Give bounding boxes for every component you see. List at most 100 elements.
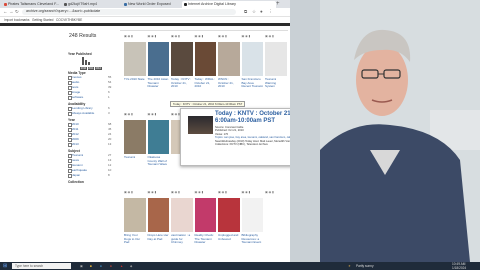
file-explorer-icon[interactable]: ■ [90, 262, 92, 270]
facet-count: 1 [108, 95, 110, 99]
facet-heading: Collection [68, 180, 84, 184]
item-icon-bar: ▣ ◉ ▮ [241, 34, 251, 38]
item-title[interactable]: WNCN : October 21, 2010 [218, 77, 240, 89]
archive-top-bar [0, 23, 290, 26]
item-icon-bar: ▣ ◉ ▮ [218, 34, 227, 38]
tab-label: Internet Archive Digital Library [188, 2, 236, 6]
extensions-icon[interactable]: ⧉ [244, 9, 247, 15]
year-histogram[interactable]: 2010 2011 2012 [68, 57, 123, 71]
facet-label[interactable]: Always Available [72, 111, 94, 116]
item-thumbnail[interactable] [147, 198, 169, 232]
tab-label: gd2kqVT9aH.mp4 [68, 2, 97, 6]
item-thumbnail[interactable] [241, 42, 263, 76]
windows-start-icon[interactable]: ⊞ [3, 262, 7, 270]
facet-sections: Media Type movies 55 audio 54 texts 39 image 6 so… [68, 71, 123, 184]
item-title[interactable]: TVs 2010 Slate [124, 77, 146, 82]
item-thumbnail[interactable] [147, 120, 169, 154]
year-chip[interactable]: 2010 [80, 66, 87, 71]
facets-sidebar: Year Published 2010 2011 2012 Media Type mo… [68, 52, 123, 184]
item-icon-bar: ▣ ◉ ▮ [171, 190, 180, 194]
back-icon[interactable]: ← [3, 9, 8, 15]
item-title[interactable]: Tsunami Warning System [265, 77, 287, 89]
item-title[interactable]: Today : KNTV : October 21, 2010 [171, 77, 193, 89]
profile-icon[interactable]: ● [260, 9, 263, 15]
tab-2[interactable]: gd2kqVT9aH.mp4 [62, 1, 126, 8]
item-thumbnail[interactable] [218, 198, 240, 232]
chrome-icon[interactable]: ● [110, 262, 112, 270]
item-thumbnail[interactable] [241, 198, 263, 232]
item-title[interactable]: Reality Check: The Tsunami Disaster [195, 233, 217, 245]
tab-4[interactable]: Internet Archive Digital Library [182, 1, 276, 8]
item-icon-bar: ▣ ◉ ▮ [147, 112, 157, 116]
item-thumbnail[interactable] [124, 42, 146, 76]
item-thumbnail[interactable] [124, 198, 146, 232]
facet-row[interactable]: software 1 [68, 95, 123, 101]
item-icon-bar: ▣ ◉ ▮ [147, 190, 157, 194]
item-title[interactable]: Tsunami [124, 155, 146, 160]
facet-row[interactable]: 2013 13 [68, 142, 123, 148]
acrobat-icon[interactable]: ▲ [120, 262, 123, 270]
item-icon-bar: ▣ ◉ ▮ [124, 34, 133, 38]
item-title[interactable]: Bring Your Dogs to Our Pad [124, 233, 146, 245]
facet-label[interactable]: 2013 [72, 142, 79, 147]
facet-label[interactable]: Japan [72, 173, 80, 178]
facet-count: 3 [108, 111, 110, 115]
facet-row[interactable]: Japan 8 [68, 173, 123, 179]
url-field[interactable]: archive.org/search?query=…&sort=-publicd… [22, 9, 236, 15]
address-bar-row: ← → ↻ archive.org/search?query=…&sort=-p… [0, 8, 290, 17]
taskbar-search[interactable]: Type here to search [12, 263, 71, 269]
item-icon-bar: ▣ ◉ ▮ [124, 112, 133, 116]
item-title[interactable]: Today : WRAL : October 21, 2010 [195, 77, 217, 89]
item-icon-bar: ▣ ◉ ▮ [194, 190, 204, 194]
item-thumbnail[interactable] [194, 198, 216, 232]
item-icon-bar: ▣ ◉ ▮ [218, 190, 227, 194]
year-chip[interactable]: 2012 [94, 66, 102, 71]
edge-icon[interactable]: ● [100, 262, 102, 270]
item-icon-bar: ▣ ◉ ▮ [194, 34, 204, 38]
app-icon[interactable]: ◆ [130, 262, 132, 270]
menu-icon[interactable]: ⋮ [268, 9, 273, 15]
year-chips: 2010 2011 2012 [80, 66, 102, 71]
clock-date: 1/18/2024 [452, 266, 467, 270]
item-thumbnail[interactable] [218, 42, 240, 76]
item-thumbnail[interactable] [171, 42, 193, 76]
item-icon-bar: ▣ ◉ ▮ [171, 34, 180, 38]
task-view-icon[interactable]: ▣ [80, 262, 83, 270]
item-icon-bar: ▣ ◉ ▮ [241, 190, 251, 194]
star-icon[interactable]: ☆ [252, 9, 256, 15]
tab-3[interactable]: New World Order Exposed [122, 1, 186, 8]
tab-1[interactable]: Pirates Talismans Cleveland F... [2, 1, 66, 8]
item-thumbnail[interactable] [147, 42, 169, 76]
item-title[interactable]: Okaloosa County Wall of Tsunami Wave [148, 155, 170, 167]
item-thumbnail[interactable] [265, 198, 287, 232]
results-count: 248 Results [69, 33, 97, 39]
item-title[interactable]: Drops Here Her Day at Pad [148, 233, 170, 241]
new-tab-button[interactable]: + [276, 0, 280, 8]
presenter-video [290, 0, 480, 262]
forward-icon[interactable]: → [9, 9, 14, 15]
item-icon-bar: ▣ ◉ ▮ [124, 190, 133, 194]
item-icon-bar: ▣ ◉ ▮ [265, 190, 274, 194]
facet-count: 8 [108, 173, 110, 177]
item-thumbnail[interactable] [265, 42, 287, 76]
popup-thumbnail [188, 116, 213, 134]
item-thumbnail[interactable] [171, 198, 193, 232]
hover-tooltip: Today : KNTV : October 21, 2010 6:00am-1… [170, 101, 246, 107]
item-icon-bar: ▣ ◉ ▮ [265, 34, 274, 38]
item-title[interactable]: The 2010 Asian Tsunami Disaster [148, 77, 170, 89]
item-title[interactable]: Unplugged and Unbowed [218, 233, 240, 241]
tab-label: Pirates Talismans Cleveland F... [8, 2, 59, 6]
item-title[interactable]: Bibliography Resources: a Tsunami Event [242, 233, 264, 245]
reload-icon[interactable]: ↻ [15, 9, 19, 15]
item-thumbnail[interactable] [124, 120, 146, 154]
item-title[interactable]: San Francisco Bay Area Recent Tsunami [242, 77, 264, 89]
year-chip[interactable]: 2011 [87, 66, 95, 71]
weather-text: Partly sunny [356, 264, 374, 268]
item-title[interactable]: vaccination : a guide for Chimney [171, 233, 193, 245]
item-thumbnail[interactable] [194, 42, 216, 76]
item-icon-bar: ▣ ◉ ▮ [147, 34, 157, 38]
facet-label[interactable]: software [72, 95, 83, 100]
taskbar: ⊞ Type here to search ▣ ■ ● ● ▲ ◆ ☀ Part… [0, 262, 480, 270]
facet-row[interactable]: Always Available 3 [68, 111, 123, 117]
tab-label: New World Order Exposed [128, 2, 171, 6]
